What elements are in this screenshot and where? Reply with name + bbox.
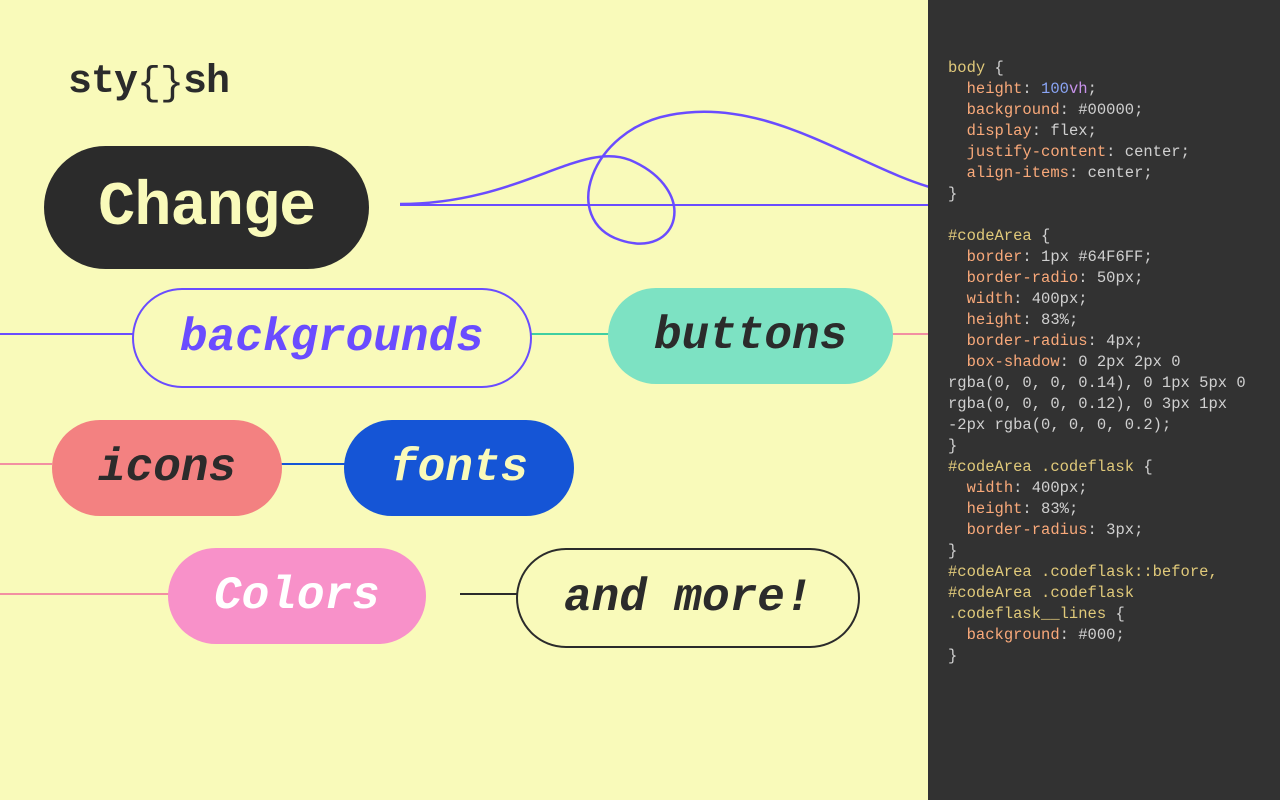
logo-text-post: sh <box>183 60 229 105</box>
connector-line <box>460 593 520 595</box>
pill-backgrounds: backgrounds <box>132 288 532 388</box>
pill-icons: icons <box>52 420 282 516</box>
logo-braces-icon: {} <box>137 62 183 107</box>
connector-line <box>0 593 170 595</box>
pill-fonts: fonts <box>344 420 574 516</box>
logo: sty{}sh <box>68 60 229 105</box>
code-panel: body { height: 100vh; background: #00000… <box>928 0 1280 800</box>
pill-more: and more! <box>516 548 860 648</box>
pill-change: Change <box>44 146 369 269</box>
pill-colors: Colors <box>168 548 426 644</box>
squiggle-icon <box>400 100 928 280</box>
connector-line <box>0 463 52 465</box>
pill-buttons: buttons <box>608 288 893 384</box>
hero-panel: sty{}sh Change backgrounds buttons icons… <box>0 0 928 800</box>
logo-text-pre: sty <box>68 60 137 105</box>
connector-line <box>0 333 140 335</box>
connector-line <box>270 463 350 465</box>
